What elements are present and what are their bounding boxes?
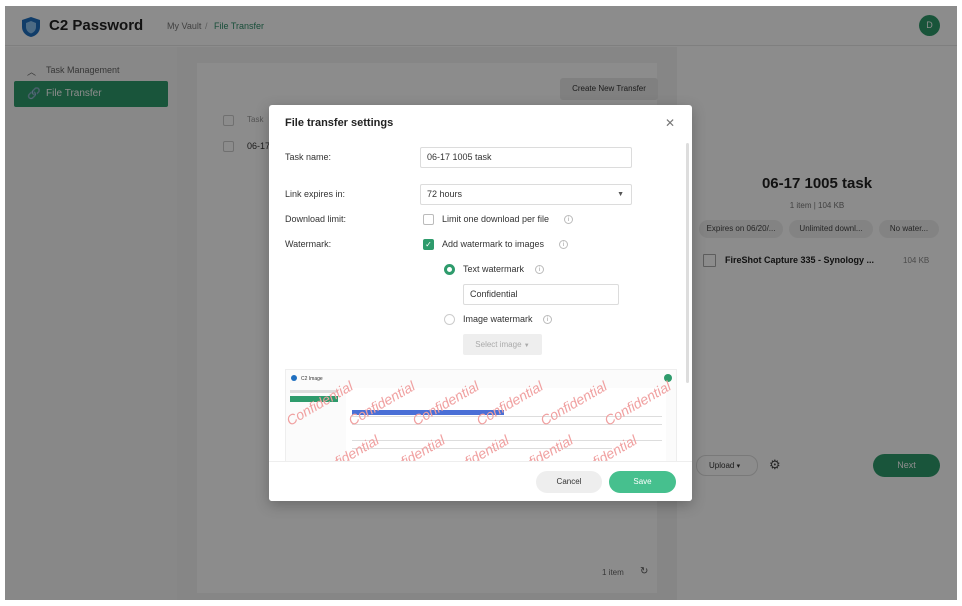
watermark-label: Watermark: xyxy=(285,239,332,249)
limit-download-checkbox[interactable] xyxy=(423,214,434,225)
text-watermark-input[interactable]: Confidential xyxy=(463,284,619,305)
add-watermark-checkbox[interactable]: ✓ xyxy=(423,239,434,250)
download-limit-label: Download limit: xyxy=(285,214,347,224)
caret-down-icon: ▼ xyxy=(523,343,530,349)
watermark-preview-image: C2 Image Confidential Confidential Confi… xyxy=(286,370,676,461)
limit-download-text[interactable]: Limit one download per file xyxy=(442,214,549,224)
image-watermark-label[interactable]: Image watermark xyxy=(463,314,533,324)
link-expires-label: Link expires in: xyxy=(285,189,346,199)
info-icon[interactable]: i xyxy=(564,215,573,224)
file-transfer-settings-dialog: File transfer settings ✕ Task name: 06-1… xyxy=(269,105,692,501)
cancel-button[interactable]: Cancel xyxy=(536,471,602,493)
save-button[interactable]: Save xyxy=(609,471,676,493)
dialog-body: Task name: 06-17 1005 task Link expires … xyxy=(269,141,692,461)
select-image-label: Select image xyxy=(475,340,522,349)
link-expires-select[interactable]: 72 hours ▼ xyxy=(420,184,632,205)
task-name-label: Task name: xyxy=(285,152,332,162)
info-icon[interactable]: i xyxy=(559,240,568,249)
task-name-input[interactable]: 06-17 1005 task xyxy=(420,147,632,168)
caret-down-icon: ▼ xyxy=(617,191,624,198)
link-expires-value: 72 hours xyxy=(427,189,463,199)
dialog-title: File transfer settings xyxy=(285,117,394,129)
preview-app-name: C2 Image xyxy=(301,376,323,382)
select-image-button: Select image ▼ xyxy=(463,334,542,355)
add-watermark-text[interactable]: Add watermark to images xyxy=(442,239,544,249)
close-icon[interactable]: ✕ xyxy=(665,116,675,130)
text-watermark-label[interactable]: Text watermark xyxy=(463,264,524,274)
watermark-preview: C2 Image Confidential Confidential Confi… xyxy=(285,369,677,461)
info-icon[interactable]: i xyxy=(535,265,544,274)
text-watermark-radio[interactable] xyxy=(444,264,455,275)
info-icon[interactable]: i xyxy=(543,315,552,324)
dialog-footer: Cancel Save xyxy=(269,461,692,501)
image-watermark-radio[interactable] xyxy=(444,314,455,325)
